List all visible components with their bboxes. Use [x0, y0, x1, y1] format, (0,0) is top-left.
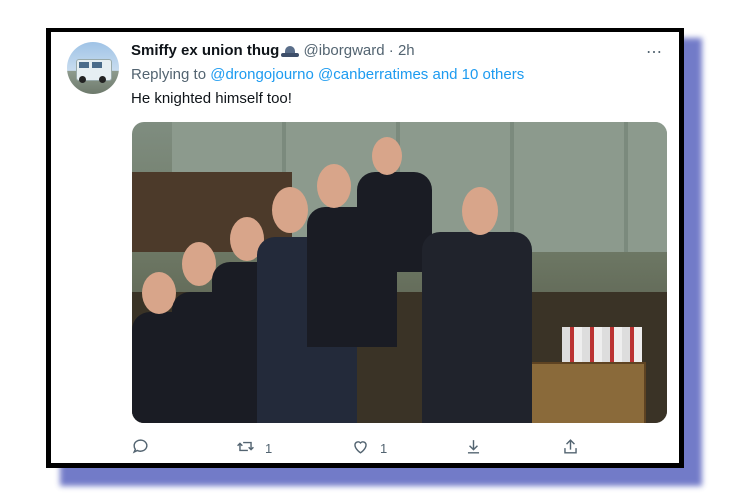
- replying-to: Replying to @drongojourno @canberratimes…: [131, 66, 524, 83]
- like-button[interactable]: 1: [351, 437, 387, 459]
- heart-icon: [351, 437, 370, 459]
- download-icon: [464, 437, 483, 459]
- hat-emoji-icon: [281, 46, 300, 57]
- retweet-button[interactable]: 1: [236, 437, 272, 459]
- avatar[interactable]: [67, 42, 119, 94]
- timestamp[interactable]: 2h: [398, 42, 415, 59]
- reply-button[interactable]: [131, 437, 150, 459]
- mention-drongojourno[interactable]: @drongojourno: [210, 66, 314, 83]
- display-name[interactable]: Smiffy ex union thug: [131, 42, 279, 59]
- mention-canberratimes[interactable]: @canberratimes: [318, 66, 428, 83]
- like-count: 1: [380, 440, 388, 456]
- replying-to-label: Replying to: [131, 66, 207, 83]
- user-handle[interactable]: @iborgward: [304, 42, 385, 59]
- save-button[interactable]: [464, 437, 483, 459]
- mention-others[interactable]: and 10 others: [432, 66, 524, 83]
- tweet-actions: 1 1: [131, 437, 591, 459]
- retweet-icon: [236, 437, 255, 459]
- tweet-header: Smiffy ex union thug @iborgward · 2h: [131, 42, 415, 62]
- share-icon: [561, 437, 580, 459]
- reply-icon: [131, 437, 150, 459]
- tweet-card[interactable]: Smiffy ex union thug @iborgward · 2h ⋯ R…: [51, 32, 679, 463]
- retweet-count: 1: [265, 440, 273, 456]
- tweet-photo[interactable]: [132, 122, 667, 423]
- separator-dot: ·: [388, 42, 394, 59]
- more-options-icon[interactable]: ⋯: [646, 42, 663, 62]
- tweet-text: He knighted himself too!: [131, 90, 292, 107]
- share-button[interactable]: [561, 437, 580, 459]
